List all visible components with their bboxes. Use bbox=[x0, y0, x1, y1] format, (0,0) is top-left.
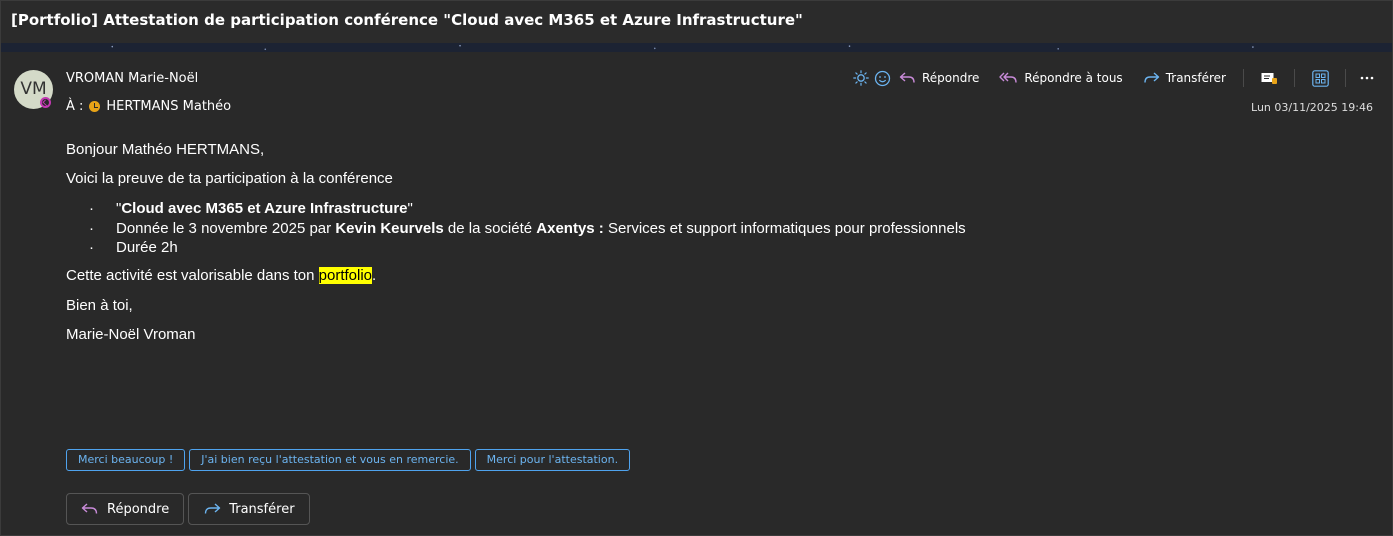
brightness-icon[interactable] bbox=[850, 67, 872, 89]
signature: Marie-Noël Vroman bbox=[66, 326, 196, 343]
greeting: Bonjour Mathéo HERTMANS, bbox=[66, 141, 265, 158]
more-icon[interactable] bbox=[1356, 67, 1378, 89]
reply-label: Répondre bbox=[921, 71, 980, 85]
apps-icon[interactable] bbox=[1309, 67, 1331, 89]
date-text: Donnée le 3 novembre 2025 par bbox=[116, 219, 336, 237]
list-item: Durée 2h bbox=[66, 238, 966, 258]
emoji-icon[interactable] bbox=[872, 67, 894, 89]
mail-subject: [Portfolio] Attestation de participation… bbox=[11, 11, 803, 29]
list-item: Donnée le 3 novembre 2025 par Kevin Keur… bbox=[66, 219, 966, 239]
subject-bar: [Portfolio] Attestation de participation… bbox=[1, 1, 1392, 44]
suggested-reply-chip[interactable]: Merci pour l'attestation. bbox=[474, 449, 631, 471]
closing: Bien à toi, bbox=[66, 297, 133, 314]
company-intro: de la société bbox=[443, 219, 537, 237]
toolbar-divider bbox=[1345, 69, 1346, 87]
suggested-reply-chip[interactable]: Merci beaucoup ! bbox=[66, 449, 186, 471]
forward-icon bbox=[1143, 72, 1159, 83]
bottom-reply-button[interactable]: Répondre bbox=[66, 493, 185, 525]
forward-button[interactable]: Transférer bbox=[1138, 67, 1231, 89]
message-toolbar: Répondre Répondre à tous Transférer bbox=[850, 67, 1378, 89]
toolbar-divider bbox=[1294, 69, 1295, 87]
valorisable-after: . bbox=[372, 267, 377, 284]
sender-name[interactable]: VROMAN Marie-Noël bbox=[66, 71, 198, 86]
highlighted-word: portfolio bbox=[318, 267, 373, 284]
presence-badge-icon bbox=[40, 97, 51, 108]
reply-all-label: Répondre à tous bbox=[1024, 71, 1123, 85]
bottom-actions: Répondre Transférer bbox=[66, 493, 310, 525]
intro-text: Voici la preuve de ta participation à la… bbox=[66, 170, 393, 187]
suggested-reply-chip[interactable]: J'ai bien reçu l'attestation et vous en … bbox=[189, 449, 471, 471]
bottom-forward-button[interactable]: Transférer bbox=[188, 493, 310, 525]
details-list: "Cloud avec M365 et Azure Infrastructure… bbox=[66, 199, 966, 258]
reply-button[interactable]: Répondre bbox=[894, 67, 984, 89]
reply-icon bbox=[81, 503, 98, 514]
theme-banner bbox=[1, 43, 1392, 52]
company-description: Services et support informatiques pour p… bbox=[603, 219, 966, 237]
immersive-reader-icon[interactable] bbox=[1258, 67, 1280, 89]
forward-icon bbox=[205, 503, 221, 514]
quote-close: " bbox=[407, 200, 413, 217]
clock-icon bbox=[89, 101, 101, 112]
sent-date: Lun 03/11/2025 19:46 bbox=[1251, 101, 1373, 114]
suggested-replies: Merci beaucoup ! J'ai bien reçu l'attest… bbox=[66, 449, 631, 471]
to-label: À : bbox=[66, 99, 84, 114]
forward-label: Transférer bbox=[1165, 71, 1226, 85]
company-name: Axentys : bbox=[536, 219, 604, 237]
bottom-forward-label: Transférer bbox=[229, 501, 295, 517]
valorisable-text: Cette activité est valorisable dans ton … bbox=[66, 267, 376, 284]
recipient-line: À : HERTMANS Mathéo bbox=[66, 99, 231, 114]
reply-all-button[interactable]: Répondre à tous bbox=[994, 67, 1127, 89]
mail-reading-pane: [Portfolio] Attestation de participation… bbox=[0, 0, 1393, 536]
speaker-name: Kevin Keurvels bbox=[335, 219, 444, 237]
valorisable-before: Cette activité est valorisable dans ton bbox=[66, 267, 319, 284]
list-item: "Cloud avec M365 et Azure Infrastructure… bbox=[66, 199, 966, 219]
reply-icon bbox=[899, 72, 915, 83]
bottom-reply-label: Répondre bbox=[107, 501, 170, 517]
conference-title: Cloud avec M365 et Azure Infrastructure bbox=[121, 200, 408, 217]
recipient-name[interactable]: HERTMANS Mathéo bbox=[106, 99, 231, 114]
toolbar-divider bbox=[1243, 69, 1244, 87]
reply-all-icon bbox=[999, 72, 1018, 83]
